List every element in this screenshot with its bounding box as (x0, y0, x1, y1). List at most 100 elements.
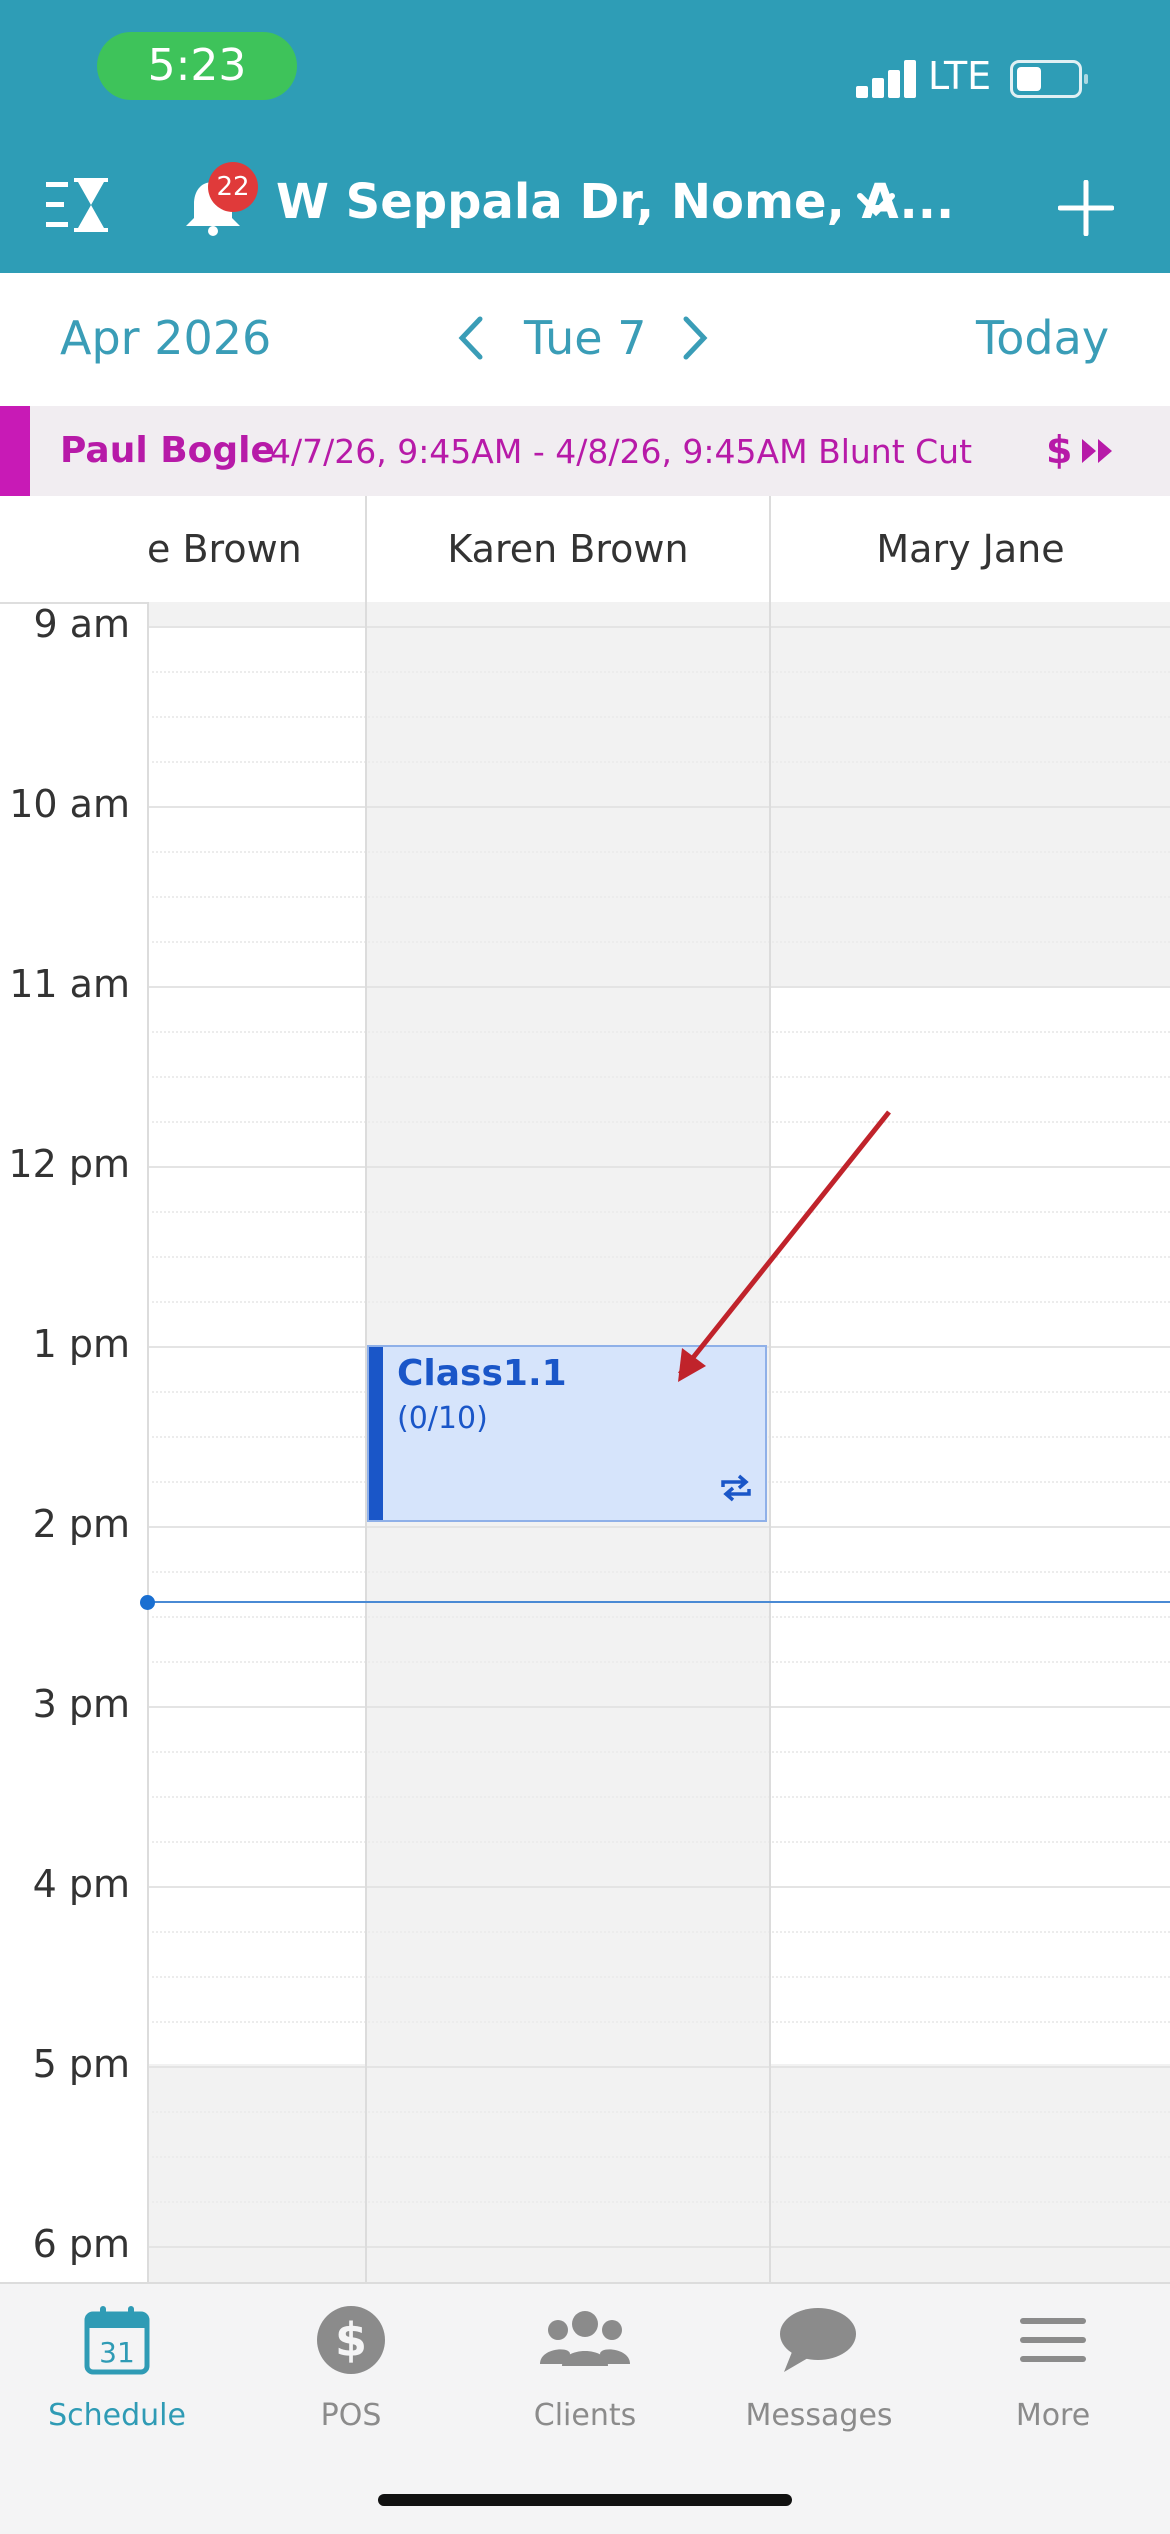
hour-label: 11 am (9, 962, 130, 1006)
home-indicator (378, 2494, 792, 2506)
hour-gridline (147, 626, 1170, 628)
calendar-icon: 31 (84, 2306, 150, 2375)
quarter-gridline (147, 716, 1170, 718)
dollar-glyph: $ (335, 2313, 367, 2367)
tab-more[interactable]: More (936, 2284, 1170, 2454)
tab-label: Schedule (48, 2398, 186, 2433)
chevron-left-icon[interactable] (456, 313, 486, 363)
staff-header-row: e Brown Karen Brown Mary Jane (0, 496, 1170, 604)
hour-label: 2 pm (32, 1502, 130, 1546)
unavailable-block (771, 602, 1170, 986)
hour-gridline (147, 986, 1170, 988)
hour-gridline (147, 2246, 1170, 2248)
hour-label: 5 pm (32, 2042, 130, 2086)
annotation-arrow-icon (678, 1110, 891, 1382)
tab-label: Messages (745, 2398, 893, 2433)
fast-forward-icon[interactable] (1080, 436, 1114, 466)
quarter-gridline (147, 1976, 1170, 1978)
app-header: 5:23 LTE 22 W Seppala Dr, Nome, A... (0, 0, 1170, 273)
notification-badge: 22 (208, 162, 258, 212)
hour-label: 9 am (33, 602, 130, 646)
tab-messages[interactable]: Messages (702, 2284, 936, 2454)
hour-label: 1 pm (32, 1322, 130, 1366)
unavailable-block (147, 2064, 365, 2282)
appointment-details: 4/7/26, 9:45AM - 4/8/26, 9:45AM Blunt Cu… (270, 432, 973, 471)
hour-gridline (147, 1166, 1170, 1168)
chevron-right-icon[interactable] (680, 313, 710, 363)
hamburger-icon (1020, 2318, 1086, 2362)
network-label: LTE (928, 54, 992, 98)
column-divider (365, 496, 367, 602)
column-divider (769, 496, 771, 602)
schedule-grid[interactable]: 9 am 10 am 11 am 12 pm 1 pm 2 pm 3 pm 4 … (0, 602, 1170, 2282)
dollar-icon[interactable]: $ (1046, 428, 1072, 472)
day-label[interactable]: Tue 7 (524, 311, 646, 365)
event-title: Class1.1 (397, 1353, 567, 1394)
appointment-banner[interactable]: Paul Bogle 4/7/26, 9:45AM - 4/8/26, 9:45… (0, 406, 1170, 497)
column-divider (147, 602, 149, 2282)
quarter-gridline (147, 1121, 1170, 1123)
quarter-gridline (147, 671, 1170, 673)
hour-gridline (147, 1886, 1170, 1888)
staff-column-header[interactable]: Karen Brown (367, 496, 769, 602)
chat-icon (780, 2308, 856, 2372)
repeat-icon (721, 1474, 751, 1502)
add-icon[interactable] (1058, 180, 1114, 236)
current-time-dot (140, 1595, 155, 1610)
tab-schedule[interactable]: 31 Schedule (0, 2284, 234, 2454)
hour-label: 3 pm (32, 1682, 130, 1726)
chevron-down-icon[interactable] (856, 190, 896, 220)
event-capacity: (0/10) (397, 1401, 488, 1436)
staff-column-header[interactable]: e Brown (147, 496, 365, 602)
signal-icon (856, 60, 916, 98)
quarter-gridline (147, 761, 1170, 763)
dollar-icon: $ (317, 2306, 385, 2374)
hour-gridline (147, 2066, 1170, 2068)
quarter-gridline (147, 1031, 1170, 1033)
date-navigation: Apr 2026 Tue 7 Today (0, 273, 1170, 408)
event-stripe (369, 1347, 383, 1520)
tab-pos[interactable]: $ POS (234, 2284, 468, 2454)
quarter-gridline (147, 851, 1170, 853)
quarter-gridline (147, 1796, 1170, 1798)
menu-hourglass-icon[interactable] (46, 176, 112, 234)
battery-icon (1010, 60, 1088, 98)
appointment-client-name: Paul Bogle (60, 430, 275, 471)
staff-column-header[interactable]: Mary Jane (771, 496, 1170, 602)
hour-label: 10 am (9, 782, 130, 826)
unavailable-block (147, 602, 365, 626)
month-label[interactable]: Apr 2026 (60, 311, 271, 365)
hour-label: 12 pm (8, 1142, 130, 1186)
clients-icon (540, 2311, 630, 2366)
calendar-date-text: 31 (99, 2336, 135, 2369)
quarter-gridline (147, 1616, 1170, 1618)
quarter-gridline (147, 1211, 1170, 1213)
status-time: 5:23 (97, 32, 297, 100)
quarter-gridline (147, 1301, 1170, 1303)
quarter-gridline (147, 1931, 1170, 1933)
hour-label: 6 pm (32, 2222, 130, 2266)
column-divider (769, 602, 771, 2282)
quarter-gridline (147, 1661, 1170, 1663)
hour-gridline (147, 1706, 1170, 1708)
quarter-gridline (147, 2201, 1170, 2203)
tab-bar: 31 Schedule $ POS Clients Messages More (0, 2282, 1170, 2534)
hour-label: 4 pm (32, 1862, 130, 1906)
tab-label: More (1015, 2398, 1091, 2433)
current-time-line (147, 1601, 1170, 1603)
quarter-gridline (147, 1076, 1170, 1078)
quarter-gridline (147, 941, 1170, 943)
quarter-gridline (147, 896, 1170, 898)
today-button[interactable]: Today (976, 311, 1109, 365)
location-selector[interactable]: W Seppala Dr, Nome, A... (276, 174, 954, 230)
hour-gridline (147, 1526, 1170, 1528)
tab-label: Clients (533, 2398, 637, 2433)
tab-label: POS (320, 2398, 382, 2433)
quarter-gridline (147, 2111, 1170, 2113)
quarter-gridline (147, 2021, 1170, 2023)
appointment-accent-bar (0, 406, 30, 496)
unavailable-block (771, 2064, 1170, 2282)
tab-clients[interactable]: Clients (468, 2284, 702, 2454)
quarter-gridline (147, 1256, 1170, 1258)
quarter-gridline (147, 1571, 1170, 1573)
